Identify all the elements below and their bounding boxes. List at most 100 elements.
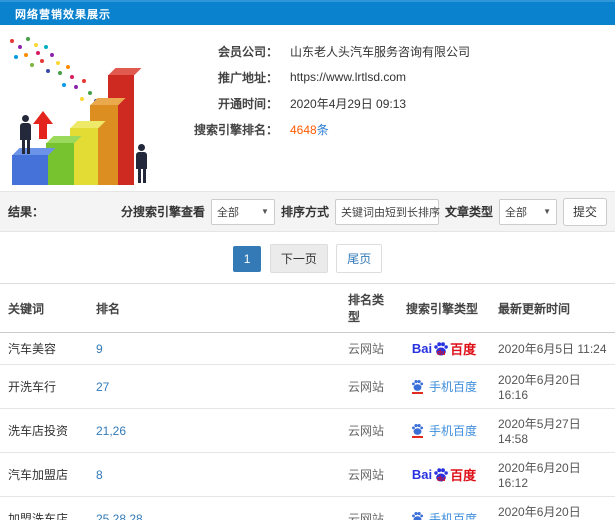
rank-link[interactable]: 27 (96, 380, 109, 394)
table-row: 开洗车行 27 云网站 Bai du 百度 (0, 364, 615, 409)
baidu-cn-text: 百度 (450, 342, 477, 357)
mobile-baidu-logo: 手机百度 (411, 378, 477, 395)
rank-type-cell: 云网站 (340, 452, 398, 497)
engine-filter-value: 全部 (216, 206, 239, 219)
last-page-button[interactable]: 尾页 (336, 244, 383, 273)
mobile-baidu-paw-icon (411, 511, 424, 520)
rank-type-text: 云网站 (348, 424, 385, 438)
sort-value: 关键词由短到长排序 (340, 206, 440, 219)
engine-filter-select[interactable]: 全部 ▼ (210, 198, 275, 225)
updated-text: 2020年6月20日 16:11 (498, 505, 581, 519)
keyword-text: 洗车店投资 (8, 424, 69, 438)
baidu-paw-icon: du (433, 467, 449, 483)
mobile-baidu-logo: 手机百度 (411, 510, 477, 520)
table-row: 加盟洗车店 25,28,28 云网站 Bai du 百度 (0, 496, 615, 520)
updated-text: 2020年6月20日 16:16 (498, 373, 581, 402)
person-figure-left (20, 115, 31, 154)
baidu-logo-text: Bai (411, 341, 433, 356)
member-company-label: 会员公司： (217, 44, 278, 59)
updated-text: 2020年5月27日 14:58 (498, 417, 581, 446)
rank-unit[interactable]: 条 (317, 123, 329, 137)
baidu-logo: Bai du 百度 (412, 465, 476, 484)
page-1-button[interactable]: 1 (232, 246, 262, 272)
rank-link[interactable]: 25,28,28 (96, 512, 143, 520)
engine-cell: Bai du 百度 (398, 496, 490, 520)
engine-cell: Bai du 百度 (398, 332, 490, 365)
chevron-down-icon: ▼ (261, 207, 269, 216)
open-time-row: 开通时间： 2020年4月29日 09:13 (182, 90, 615, 116)
mobile-baidu-underline (411, 392, 423, 394)
engine-cell: Bai du 百度 (398, 364, 490, 409)
mobile-baidu-paw-icon (411, 379, 424, 394)
header-updated: 最新更新时间 (490, 283, 615, 333)
mobile-baidu-paw-icon (411, 423, 424, 438)
table-row: 汽车美容 9 云网站 Bai du 百度 2020年6月5日 11:24 (0, 332, 615, 365)
updated-cell: 2020年6月20日 16:11 (490, 496, 615, 520)
mobile-baidu-text: 手机百度 (428, 380, 477, 394)
open-time-label: 开通时间： (217, 96, 278, 111)
filter-bar: 结果： 分搜索引擎查看 全部 ▼ 排序方式 关键词由短到长排序 ▼ 文章类型 全… (0, 191, 615, 232)
baidu-logo: Bai du 百度 (412, 339, 476, 358)
open-time-value: 2020年4月29日 09:13 (290, 96, 407, 111)
baidu-paw-icon: du (433, 341, 449, 357)
rank-type-cell: 云网站 (340, 332, 398, 365)
baidu-du-text: du (436, 349, 446, 357)
rank-type-text: 云网站 (348, 342, 385, 356)
engine-filter-label: 分搜索引擎查看 (120, 205, 205, 219)
keyword-cell: 汽车美容 (0, 332, 88, 365)
mobile-baidu-underline (411, 436, 423, 438)
rank-cell: 9 (88, 332, 340, 365)
keyword-cell: 加盟洗车店 (0, 496, 88, 520)
member-company-row: 会员公司： 山东老人头汽车服务咨询有限公司 (182, 38, 615, 64)
keyword-cell: 洗车店投资 (0, 408, 88, 453)
updated-cell: 2020年6月20日 16:12 (490, 452, 615, 497)
mobile-baidu-logo: 手机百度 (411, 422, 477, 439)
results-table: 关键词 排名 排名类型 搜索引擎类型 最新更新时间 汽车美容 9 云网站 Bai… (0, 283, 615, 520)
next-page-button[interactable]: 下一页 (269, 244, 328, 273)
keyword-text: 开洗车行 (8, 380, 57, 394)
keyword-text: 加盟洗车店 (8, 512, 69, 520)
bar-chart-illustration (0, 25, 182, 191)
rank-count: 4648 (290, 122, 317, 137)
keyword-text: 汽车加盟店 (8, 468, 69, 482)
submit-button[interactable]: 提交 (562, 197, 607, 226)
promo-url-link[interactable]: https://www.lrtlsd.com (290, 70, 406, 84)
header-keyword: 关键词 (0, 283, 88, 333)
header-engine-type: 搜索引擎类型 (398, 283, 490, 333)
rank-type-text: 云网站 (348, 380, 385, 394)
article-type-label: 文章类型 (444, 205, 493, 219)
rank-link[interactable]: 9 (96, 342, 103, 356)
rank-type-cell: 云网站 (340, 496, 398, 520)
baidu-cn-text: 百度 (450, 468, 477, 483)
rank-link[interactable]: 8 (96, 468, 103, 482)
promo-url-label: 推广地址： (217, 70, 278, 85)
keyword-cell: 开洗车行 (0, 364, 88, 409)
table-body: 汽车美容 9 云网站 Bai du 百度 2020年6月5日 11:24 开洗车… (0, 332, 615, 520)
updated-cell: 2020年6月20日 16:16 (490, 364, 615, 409)
member-company-link[interactable]: 山东老人头汽车服务咨询有限公司 (290, 43, 470, 60)
illustration-bar-blue (12, 155, 48, 185)
rank-type-cell: 云网站 (340, 408, 398, 453)
rank-type-text: 云网站 (348, 512, 385, 520)
rank-cell: 25,28,28 (88, 496, 340, 520)
header-rank-type: 排名类型 (340, 283, 398, 333)
keyword-text: 汽车美容 (8, 342, 57, 356)
filter-controls: 分搜索引擎查看 全部 ▼ 排序方式 关键词由短到长排序 ▼ 文章类型 全部 ▼ … (120, 197, 607, 226)
rank-link[interactable]: 21,26 (96, 424, 126, 438)
article-type-select[interactable]: 全部 ▼ (498, 198, 557, 225)
baidu-logo-text: Bai (411, 467, 433, 482)
engine-cell: Bai du 百度 (398, 452, 490, 497)
keyword-cell: 汽车加盟店 (0, 452, 88, 497)
article-type-value: 全部 (504, 206, 527, 219)
confetti-decoration (10, 39, 14, 43)
mobile-baidu-text: 手机百度 (428, 512, 477, 520)
chevron-down-icon: ▼ (543, 207, 551, 216)
sort-select[interactable]: 关键词由短到长排序 ▼ (334, 198, 453, 225)
mobile-baidu-text: 手机百度 (428, 424, 477, 438)
rank-type-cell: 云网站 (340, 364, 398, 409)
engine-rank-value: 4648条 (290, 121, 329, 138)
company-info-panel: 会员公司： 山东老人头汽车服务咨询有限公司 推广地址： https://www.… (182, 25, 615, 191)
updated-cell: 2020年5月27日 14:58 (490, 408, 615, 453)
rank-cell: 27 (88, 364, 340, 409)
result-label: 结果： (8, 205, 45, 219)
